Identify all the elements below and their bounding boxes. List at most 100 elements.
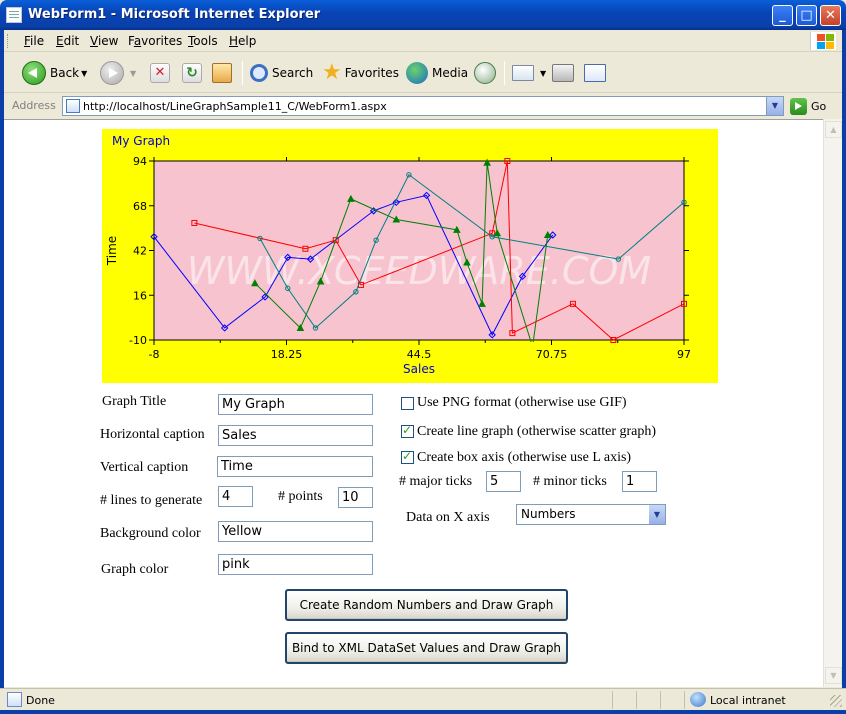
vertical-caption-input[interactable]: [217, 456, 373, 477]
refresh-icon: ↻: [182, 63, 202, 83]
background-color-input[interactable]: [218, 521, 373, 542]
page-content: My Graph WWW.XCEEDWARE.COM -8 18.25 44.5 70.…: [4, 119, 823, 687]
forward-dropdown-icon[interactable]: ▼: [130, 69, 136, 78]
points-input[interactable]: [338, 487, 373, 508]
back-dropdown-icon[interactable]: ▼: [81, 69, 87, 78]
favorites-button[interactable]: ★ Favorites: [322, 59, 399, 87]
graph-image: My Graph WWW.XCEEDWARE.COM -8 18.25 44.5 70.…: [102, 129, 718, 383]
major-ticks-input[interactable]: [486, 471, 521, 492]
back-arrow-icon: [22, 61, 46, 85]
y-tick-label: 94: [133, 155, 147, 168]
security-zone-text: Local intranet: [710, 694, 786, 707]
x-tick-label: 70.75: [536, 348, 568, 361]
menu-view[interactable]: View: [90, 34, 118, 48]
watermark-text: WWW.XCEEDWARE.COM: [187, 249, 651, 293]
status-page-icon: [7, 692, 22, 707]
x-tick-label: 18.25: [271, 348, 303, 361]
search-button[interactable]: Search: [250, 59, 313, 87]
minor-ticks-label: # minor ticks: [533, 474, 607, 489]
minor-ticks-input[interactable]: [622, 471, 657, 492]
back-button[interactable]: Back ▼: [22, 59, 87, 87]
favorites-star-icon: ★: [322, 60, 342, 85]
menu-file[interactable]: File: [24, 34, 44, 48]
address-dropdown-icon[interactable]: ▼: [766, 97, 783, 115]
status-bar: Done Local intranet: [0, 688, 846, 710]
forward-button[interactable]: ▼: [100, 59, 136, 87]
history-icon: [474, 62, 496, 84]
resize-grip[interactable]: [830, 695, 842, 707]
create-random-numbers-button[interactable]: Create Random Numbers and Draw Graph: [285, 589, 568, 621]
address-input[interactable]: [83, 98, 763, 114]
box-axis-label: Create box axis (otherwise use L axis): [417, 450, 632, 465]
edit-button[interactable]: [584, 59, 610, 87]
standard-toolbar: Back ▼ ▼ ✕ ↻ Search ★ Favorites Media ▼: [4, 53, 842, 93]
print-button[interactable]: [552, 59, 578, 87]
status-cell: [612, 691, 636, 709]
status-cell: [660, 691, 684, 709]
toolbar-separator: [504, 61, 505, 85]
toolbar-separator: [242, 61, 243, 85]
png-format-checkbox[interactable]: [401, 397, 414, 410]
x-axis-label: Sales: [403, 362, 435, 376]
window-frame-right: [842, 30, 846, 688]
menu-bar: File Edit View Favorites Tools Help: [4, 30, 842, 52]
y-tick-label: 68: [133, 200, 147, 213]
scroll-down-icon[interactable]: ▼: [825, 667, 842, 684]
png-format-label: Use PNG format (otherwise use GIF): [417, 395, 627, 410]
y-tick-label: 16: [133, 289, 147, 302]
lines-to-generate-input[interactable]: [218, 486, 253, 507]
menu-help[interactable]: Help: [229, 34, 256, 48]
go-button[interactable]: Go: [790, 96, 826, 116]
graph-title-input[interactable]: [218, 394, 373, 415]
x-tick-label: 97: [677, 348, 691, 361]
address-field[interactable]: ▼: [62, 96, 784, 116]
horizontal-caption-label: Horizontal caption: [100, 427, 205, 442]
line-graph-checkbox[interactable]: [401, 423, 414, 438]
refresh-button[interactable]: ↻: [182, 59, 206, 87]
menu-edit[interactable]: Edit: [56, 34, 79, 48]
menu-grip: [7, 34, 10, 48]
home-button[interactable]: [212, 59, 236, 87]
bind-xml-dataset-button[interactable]: Bind to XML DataSet Values and Draw Grap…: [285, 632, 568, 664]
maximize-button[interactable]: □: [796, 5, 817, 26]
address-bar: Address ▼ Go: [4, 94, 842, 118]
page-icon: [66, 99, 80, 113]
history-button[interactable]: [474, 59, 500, 87]
minimize-button[interactable]: _: [772, 5, 793, 26]
window-frame-bottom: [0, 710, 846, 714]
graph-color-label: Graph color: [101, 562, 169, 577]
address-label: Address: [12, 99, 56, 112]
data-on-x-axis-select[interactable]: Numbers ▼: [516, 504, 666, 525]
graph-color-input[interactable]: [218, 554, 373, 575]
stop-button[interactable]: ✕: [150, 59, 174, 87]
box-axis-checkbox[interactable]: [401, 449, 414, 464]
lines-to-generate-label: # lines to generate: [100, 493, 203, 508]
y-axis-label: Time: [105, 236, 119, 266]
window-title: WebForm1 - Microsoft Internet Explorer: [28, 7, 321, 22]
ie-page-icon: [6, 7, 22, 23]
media-button[interactable]: Media: [406, 59, 468, 87]
title-bar[interactable]: WebForm1 - Microsoft Internet Explorer _…: [0, 0, 846, 30]
print-icon: [552, 64, 574, 82]
vertical-scrollbar[interactable]: ▲ ▼: [823, 119, 842, 687]
graph-title-label: Graph Title: [102, 394, 167, 409]
line-graph-label: Create line graph (otherwise scatter gra…: [417, 424, 657, 439]
stop-icon: ✕: [150, 63, 170, 83]
x-tick-label: 44.5: [407, 348, 432, 361]
menu-favorites[interactable]: Favorites: [128, 34, 182, 48]
scroll-up-icon[interactable]: ▲: [825, 121, 842, 138]
mail-dropdown-icon[interactable]: ▼: [540, 69, 546, 78]
y-tick-label: 42: [133, 245, 147, 258]
horizontal-caption-input[interactable]: [218, 425, 373, 446]
local-intranet-icon: [690, 692, 706, 707]
status-cell: [636, 691, 660, 709]
status-text: Done: [26, 694, 55, 707]
mail-button[interactable]: ▼: [512, 59, 546, 87]
menu-tools[interactable]: Tools: [188, 34, 218, 48]
chevron-down-icon[interactable]: ▼: [649, 505, 665, 524]
background-color-label: Background color: [100, 526, 201, 541]
go-arrow-icon: [790, 97, 807, 115]
close-button[interactable]: ✕: [820, 5, 841, 26]
home-icon: [212, 63, 232, 83]
data-on-x-axis-label: Data on X axis: [406, 510, 490, 525]
